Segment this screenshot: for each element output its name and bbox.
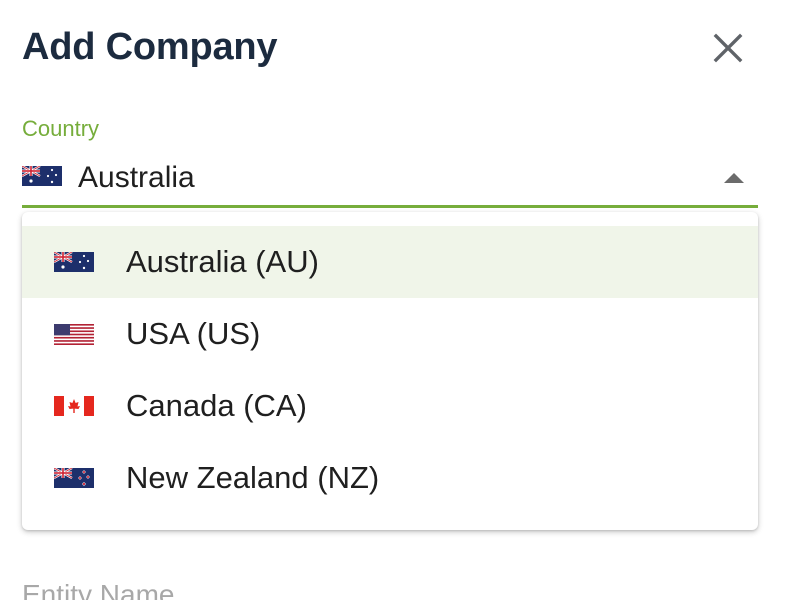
flag-nz-icon	[53, 467, 94, 493]
country-option-label: USA (US)	[126, 316, 261, 351]
flag-au-icon	[21, 165, 62, 191]
country-option-au[interactable]: Australia (AU)	[22, 226, 758, 298]
country-option-nz[interactable]: New Zealand (NZ)	[22, 442, 758, 514]
add-company-dialog: Add Company Country Australia Australia …	[0, 0, 790, 600]
country-field-label: Country	[22, 116, 100, 141]
country-select[interactable]: Australia	[21, 150, 758, 208]
country-option-us[interactable]: USA (US)	[22, 298, 758, 370]
flag-au-icon	[53, 251, 94, 277]
country-option-label: Australia (AU)	[126, 244, 319, 279]
country-option-ca[interactable]: Canada (CA)	[22, 370, 758, 442]
entity-name-field-label: Entity Name	[22, 579, 175, 600]
country-dropdown-menu: Australia (AU) USA (US) Canada (CA) New …	[22, 212, 758, 530]
flag-us-icon	[54, 324, 94, 350]
close-icon	[713, 33, 743, 63]
country-option-label: Canada (CA)	[126, 388, 307, 423]
caret-up-icon	[722, 171, 746, 190]
country-select-value: Australia	[78, 161, 195, 194]
country-option-label: New Zealand (NZ)	[126, 460, 380, 495]
dialog-title: Add Company	[22, 26, 278, 68]
flag-ca-icon	[54, 396, 94, 421]
close-button[interactable]	[706, 26, 750, 70]
